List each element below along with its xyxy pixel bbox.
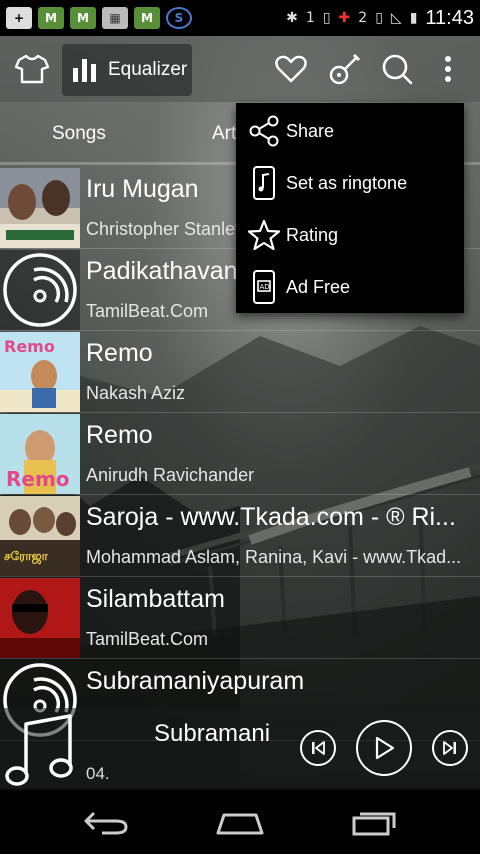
recent-apps-icon[interactable] xyxy=(344,800,404,844)
menu-item-rating[interactable]: Rating xyxy=(236,209,464,261)
album-art: Remo xyxy=(0,414,80,494)
tab-artists[interactable]: Art xyxy=(212,102,236,166)
list-item[interactable]: Remo Remo Nakash Aziz xyxy=(0,331,480,413)
svg-text:Remo: Remo xyxy=(6,467,70,491)
album-art: Remo xyxy=(0,332,80,412)
album-art: சரோஜா xyxy=(0,496,80,576)
navigation-bar xyxy=(0,790,480,854)
battery-icon: ▮ xyxy=(409,10,418,26)
play-icon xyxy=(375,736,395,760)
s-icon: S xyxy=(166,7,192,29)
svg-text:AD: AD xyxy=(260,283,270,291)
sim2-indicator: 2 xyxy=(358,10,368,26)
market-icon: M xyxy=(134,7,160,29)
previous-button[interactable] xyxy=(300,730,336,766)
plus-icon: + xyxy=(6,7,32,29)
clock: 11:43 xyxy=(425,6,474,29)
search-icon[interactable] xyxy=(374,36,420,102)
list-item[interactable]: Silambattam TamilBeat.Com xyxy=(0,577,480,659)
music-disc-icon xyxy=(0,250,80,330)
song-title: Saroja - www.Tkada.com - ® Ri... xyxy=(86,503,456,531)
now-playing-title: Subramani xyxy=(154,720,271,747)
song-title: Subramaniyapuram xyxy=(86,667,305,695)
skip-previous-icon xyxy=(312,741,325,755)
menu-label: Share xyxy=(286,120,335,141)
menu-item-share[interactable]: Share xyxy=(236,105,464,157)
equalizer-button[interactable]: Equalizer xyxy=(62,44,192,96)
now-playing-subtitle: 04. xyxy=(86,764,110,783)
window-icon: ▦ xyxy=(102,7,128,29)
market-icon: M xyxy=(38,7,64,29)
mini-player[interactable]: Subramani 04. xyxy=(0,708,480,790)
market-icon: M xyxy=(70,7,96,29)
song-title: Remo xyxy=(86,421,153,449)
skip-next-icon xyxy=(443,741,456,755)
album-art xyxy=(0,168,80,248)
song-title: Silambattam xyxy=(86,585,225,613)
ad-free-icon: AD xyxy=(246,269,282,305)
play-button[interactable] xyxy=(356,720,412,776)
overflow-menu-icon[interactable] xyxy=(432,36,464,102)
equalizer-icon xyxy=(73,59,96,82)
menu-label: Ad Free xyxy=(286,276,351,297)
guitar-icon[interactable] xyxy=(322,36,368,102)
list-item[interactable]: Remo Remo Anirudh Ravichander xyxy=(0,413,480,495)
sim-icon: ▯ xyxy=(322,10,331,26)
bluetooth-icon: ✱ xyxy=(286,10,298,26)
star-icon xyxy=(246,217,282,253)
status-bar: + M M ▦ M S ✱ 1 ▯ ✚ 2 ▯ ◺ ▮ 11:43 xyxy=(0,0,480,36)
home-icon[interactable] xyxy=(210,800,270,844)
toolbar: Equalizer xyxy=(0,36,480,102)
theme-shirt-icon[interactable] xyxy=(8,36,56,102)
menu-label: Rating xyxy=(286,224,339,245)
tab-songs[interactable]: Songs xyxy=(52,102,106,166)
song-artist: TamilBeat.Com xyxy=(86,629,209,649)
menu-item-ringtone[interactable]: Set as ringtone xyxy=(236,157,464,209)
song-title: Remo xyxy=(86,339,153,367)
alert-icon: ✚ xyxy=(338,10,351,26)
music-note-icon xyxy=(4,712,78,790)
song-artist: Anirudh Ravichander xyxy=(86,465,255,485)
overflow-menu: Share Set as ringtone Rating AD Ad Free xyxy=(236,103,464,313)
equalizer-label: Equalizer xyxy=(108,59,188,80)
share-icon xyxy=(246,113,282,149)
sim1-indicator: 1 xyxy=(305,10,315,26)
svg-text:Remo: Remo xyxy=(4,337,55,356)
sim-icon: ▯ xyxy=(375,10,383,26)
svg-text:சரோஜா: சரோஜா xyxy=(4,549,49,564)
signal-icon: ◺ xyxy=(390,10,402,26)
favorite-heart-icon[interactable] xyxy=(268,36,314,102)
back-icon[interactable] xyxy=(76,800,136,844)
list-item[interactable]: சரோஜா Saroja - www.Tkada.com - ® Ri... M… xyxy=(0,495,480,577)
menu-label: Set as ringtone xyxy=(286,172,408,193)
next-button[interactable] xyxy=(432,730,468,766)
ringtone-icon xyxy=(246,165,282,201)
album-art xyxy=(0,578,80,658)
menu-item-ad-free[interactable]: AD Ad Free xyxy=(236,261,464,313)
song-artist: Mohammad Aslam, Ranina, Kavi - www.Tkad.… xyxy=(86,547,462,567)
song-artist: Nakash Aziz xyxy=(86,383,186,403)
notification-icons: + M M ▦ M S xyxy=(6,7,192,29)
